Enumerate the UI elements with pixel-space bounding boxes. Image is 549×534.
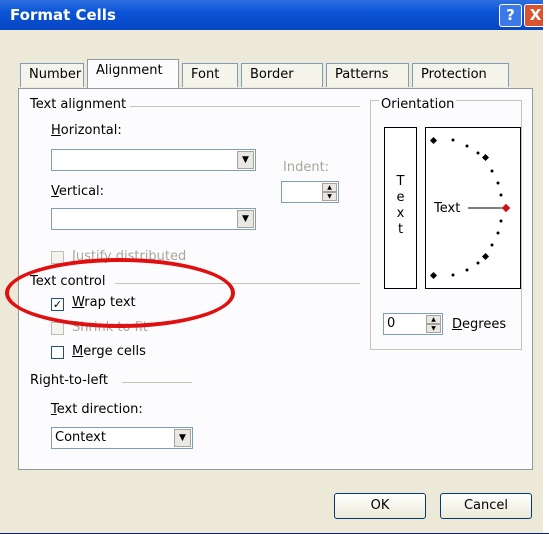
indent-label: Indent: xyxy=(283,160,330,175)
degrees-spinner[interactable]: 0 ▲ ▼ xyxy=(383,313,443,335)
merge-cells-label: Merge cells xyxy=(72,344,146,359)
tab-patterns[interactable]: Patterns xyxy=(326,63,409,87)
chevron-down-icon[interactable]: ▼ xyxy=(174,429,191,447)
indent-spinner[interactable]: ▲ ▼ xyxy=(281,181,339,203)
orientation-dial[interactable]: Text xyxy=(425,127,521,289)
spin-down-icon[interactable]: ▼ xyxy=(322,192,337,201)
degrees-value: 0 xyxy=(387,316,396,331)
tab-border[interactable]: Border xyxy=(241,63,323,87)
horizontal-label: Horizontal: xyxy=(51,123,122,138)
tab-alignment[interactable]: Alignment xyxy=(87,59,179,88)
spin-up-icon[interactable]: ▲ xyxy=(426,315,441,324)
right-to-left-group-label: Right-to-left xyxy=(28,373,110,388)
justify-distributed-label: Justify distributed xyxy=(72,249,187,264)
tab-font[interactable]: Font xyxy=(182,63,238,87)
chevron-down-icon[interactable]: ▼ xyxy=(237,151,254,169)
text-direction-value: Context xyxy=(55,430,106,445)
spin-down-icon[interactable]: ▼ xyxy=(426,324,441,333)
shrink-to-fit-label: Shrink to fit xyxy=(72,320,148,335)
vertical-letter: x xyxy=(396,206,405,221)
text-alignment-group-label: Text alignment xyxy=(28,97,129,112)
chevron-down-icon[interactable]: ▼ xyxy=(237,210,254,228)
separator xyxy=(130,106,360,107)
degrees-label: Degrees xyxy=(452,317,507,332)
tab-number[interactable]: Number xyxy=(20,63,84,87)
window-title: Format Cells xyxy=(10,6,116,24)
text-direction-label: Text direction: xyxy=(51,402,143,417)
tab-protection[interactable]: Protection xyxy=(412,63,509,87)
merge-cells-checkbox[interactable] xyxy=(51,346,64,359)
vertical-letter: T xyxy=(396,174,405,189)
format-cells-dialog: Format Cells ? X Number Alignment Font B… xyxy=(0,0,549,534)
title-bar[interactable]: Format Cells ? X xyxy=(0,0,549,30)
spin-up-icon[interactable]: ▲ xyxy=(322,183,337,192)
separator xyxy=(115,283,360,284)
cancel-button[interactable]: Cancel xyxy=(440,493,532,519)
text-direction-select[interactable]: Context ▼ xyxy=(51,427,193,449)
ok-button[interactable]: OK xyxy=(334,493,426,519)
shrink-to-fit-checkbox[interactable] xyxy=(51,322,64,335)
vertical-letter: e xyxy=(396,190,405,205)
wrap-text-label: Wrap text xyxy=(72,295,136,310)
window-edge xyxy=(543,0,549,533)
vertical-text-option[interactable]: T e x t xyxy=(384,127,417,289)
vertical-label: Vertical: xyxy=(51,184,105,199)
text-control-group-label: Text control xyxy=(28,274,108,289)
separator xyxy=(122,382,192,383)
vertical-letter: t xyxy=(397,222,404,237)
orientation-group-label: Orientation xyxy=(379,97,457,112)
justify-distributed-checkbox[interactable] xyxy=(51,251,64,264)
wrap-text-checkbox[interactable]: ✓ xyxy=(51,298,64,311)
dial-text-label: Text xyxy=(434,201,461,216)
horizontal-select[interactable]: ▼ xyxy=(51,149,256,171)
vertical-select[interactable]: ▼ xyxy=(51,208,256,230)
help-button[interactable]: ? xyxy=(499,4,522,27)
